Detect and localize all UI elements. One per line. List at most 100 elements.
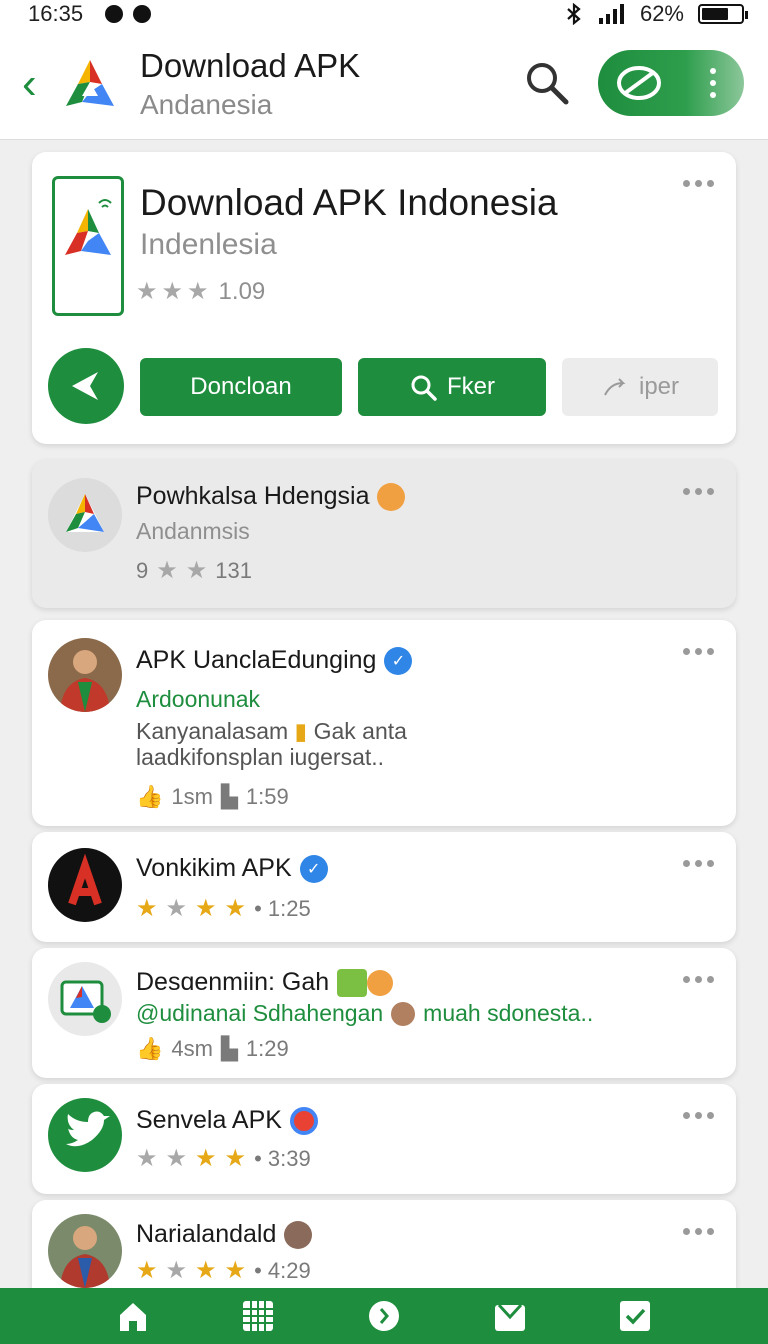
star-icon: ★ xyxy=(136,895,158,922)
item-text-line1: Kanyanalasam ▮ Gak anta xyxy=(136,718,407,745)
bird-icon xyxy=(66,1111,110,1147)
item-title-text: Narialandald xyxy=(136,1220,277,1248)
star-icon: ★ xyxy=(185,557,208,584)
leaf-icon[interactable] xyxy=(614,58,664,108)
search-icon xyxy=(411,375,437,401)
item-meta: 👍 4sm ▙ 1:29 xyxy=(136,1036,289,1062)
battery-percent: 62% xyxy=(639,1,684,26)
star-icon: ★ xyxy=(136,278,158,305)
compass-icon[interactable] xyxy=(367,1299,401,1333)
item-title: Vonkikim APK ✓ xyxy=(136,854,328,883)
bluetooth-icon xyxy=(567,3,581,25)
share-button[interactable]: iper xyxy=(562,358,718,416)
search-button[interactable]: Fker xyxy=(358,358,546,416)
status-right: 62% xyxy=(564,1,748,27)
item-time: • 4:29 xyxy=(254,1258,311,1283)
star-icon: ★ xyxy=(136,1145,158,1172)
app-detail-card: Download APK Indonesia Indenlesia ★ ★ ★ 1.… xyxy=(32,152,736,444)
like-icon[interactable]: 👍 xyxy=(136,784,163,810)
action-pill[interactable] xyxy=(598,50,744,116)
avatar xyxy=(284,1220,313,1249)
star-icon: ★ xyxy=(195,1257,217,1284)
featured-title-text: Powhkalsa Hdengsia xyxy=(136,482,370,510)
avatar xyxy=(48,638,122,712)
item-meta: ★ ★ ★ ★ • 1:25 xyxy=(136,896,311,922)
smile-emoji-icon xyxy=(377,482,406,511)
item-text-a: Kanyanalasam xyxy=(136,718,289,744)
item-title-text: Desɑenmiin: Gah xyxy=(136,968,330,996)
avatar xyxy=(48,1214,122,1288)
list-item[interactable]: Vonkikim APK ✓ ★ ★ ★ ★ • 1:25 xyxy=(32,832,736,942)
star-icon: ★ xyxy=(187,278,209,305)
notification-icon xyxy=(105,5,124,23)
app-bar: ‹ Download APK Andanesia xyxy=(0,28,768,140)
app-bar-subtitle: Andanesia xyxy=(140,88,273,120)
share-label: iper xyxy=(638,373,680,400)
item-handle[interactable]: @udinanai Sdhahengan muah sdonesta.. xyxy=(136,1000,593,1027)
item-handle[interactable]: Ardoonunak xyxy=(136,686,260,713)
star-icon: ★ xyxy=(165,1257,188,1284)
game-emoji-icon xyxy=(337,968,368,997)
app-rating: ★ ★ ★ 1.09 xyxy=(136,278,265,306)
item-text-b: Gak anta xyxy=(313,718,407,744)
item-handle-text-2: muah sdonesta.. xyxy=(423,1000,594,1026)
rating-count: 9 xyxy=(136,558,149,583)
search-label: Fker xyxy=(447,373,495,400)
list-item[interactable]: Senvela APK ★ ★ ★ ★ • 3:39 xyxy=(32,1084,736,1194)
review-count: 131 xyxy=(215,558,252,583)
verified-icon: ✓ xyxy=(384,646,413,675)
download-button[interactable]: Doncloan xyxy=(140,358,342,416)
bottom-nav xyxy=(0,1288,768,1344)
more-icon[interactable] xyxy=(683,180,714,187)
star-icon: ★ xyxy=(165,895,188,922)
item-title: Desɑenmiin: Gah xyxy=(136,968,394,997)
app-name: Download APK Indonesia xyxy=(140,182,558,223)
home-icon[interactable] xyxy=(116,1299,150,1333)
featured-title: Powhkalsa Hdengsia xyxy=(136,482,406,511)
star-icon: ★ xyxy=(161,278,184,305)
like-icon[interactable]: 👍 xyxy=(136,1036,163,1062)
more-icon[interactable] xyxy=(683,976,714,983)
time-icon: ▙ xyxy=(220,784,238,809)
more-icon[interactable] xyxy=(683,1112,714,1119)
star-icon: ★ xyxy=(224,1257,247,1284)
more-icon[interactable] xyxy=(683,1228,714,1235)
avatar xyxy=(48,478,122,552)
grid-icon[interactable] xyxy=(241,1299,275,1333)
item-time: • 1:25 xyxy=(254,896,311,921)
share-icon xyxy=(604,378,626,396)
item-title: Narialandald xyxy=(136,1220,313,1249)
featured-subtitle: Andanmsis xyxy=(136,518,250,544)
status-bar: 16:35 62% xyxy=(0,0,768,28)
back-icon[interactable]: ‹ xyxy=(22,61,52,106)
list-item[interactable]: Desɑenmiin: Gah @udinanai Sdhahengan muah… xyxy=(32,948,736,1078)
more-icon[interactable] xyxy=(710,68,716,98)
mail-icon[interactable] xyxy=(493,1299,527,1333)
notification-icons xyxy=(105,5,152,23)
notification-icon xyxy=(133,5,152,23)
item-time: 1:29 xyxy=(245,1036,289,1061)
more-icon[interactable] xyxy=(683,860,714,867)
item-title: Senvela APK xyxy=(136,1106,318,1135)
item-title-text: APK UanclaEdunging xyxy=(136,646,377,674)
search-icon[interactable] xyxy=(522,58,570,106)
star-icon: ★ xyxy=(195,1145,217,1172)
item-text-line2: laadkifonsplan iugersat.. xyxy=(136,744,385,770)
list-item[interactable]: APK UanclaEdunging ✓ Ardoonunak Kanyanala… xyxy=(32,620,736,826)
more-icon[interactable] xyxy=(683,648,714,655)
battery-icon xyxy=(698,4,748,24)
avatar xyxy=(391,1001,416,1026)
more-icon[interactable] xyxy=(683,488,714,495)
check-icon[interactable] xyxy=(618,1299,652,1333)
status-time: 16:35 xyxy=(28,1,84,26)
avatar xyxy=(48,962,122,1036)
list-item[interactable]: Narialandald ★ ★ ★ ★ • 4:29 xyxy=(32,1200,736,1288)
featured-rating: 9 ★ ★ 131 xyxy=(136,558,252,584)
chart-emoji-icon: ▮ xyxy=(294,718,308,744)
item-time: • 3:39 xyxy=(254,1146,311,1171)
item-handle-text: @udinanai Sdhahengan xyxy=(136,1000,384,1026)
featured-card[interactable]: Powhkalsa Hdengsia Andanmsis 9 ★ ★ 131 xyxy=(32,460,736,608)
share-circle-button[interactable] xyxy=(48,348,124,424)
app-logo-icon xyxy=(66,59,114,106)
item-title: APK UanclaEdunging ✓ xyxy=(136,646,413,675)
